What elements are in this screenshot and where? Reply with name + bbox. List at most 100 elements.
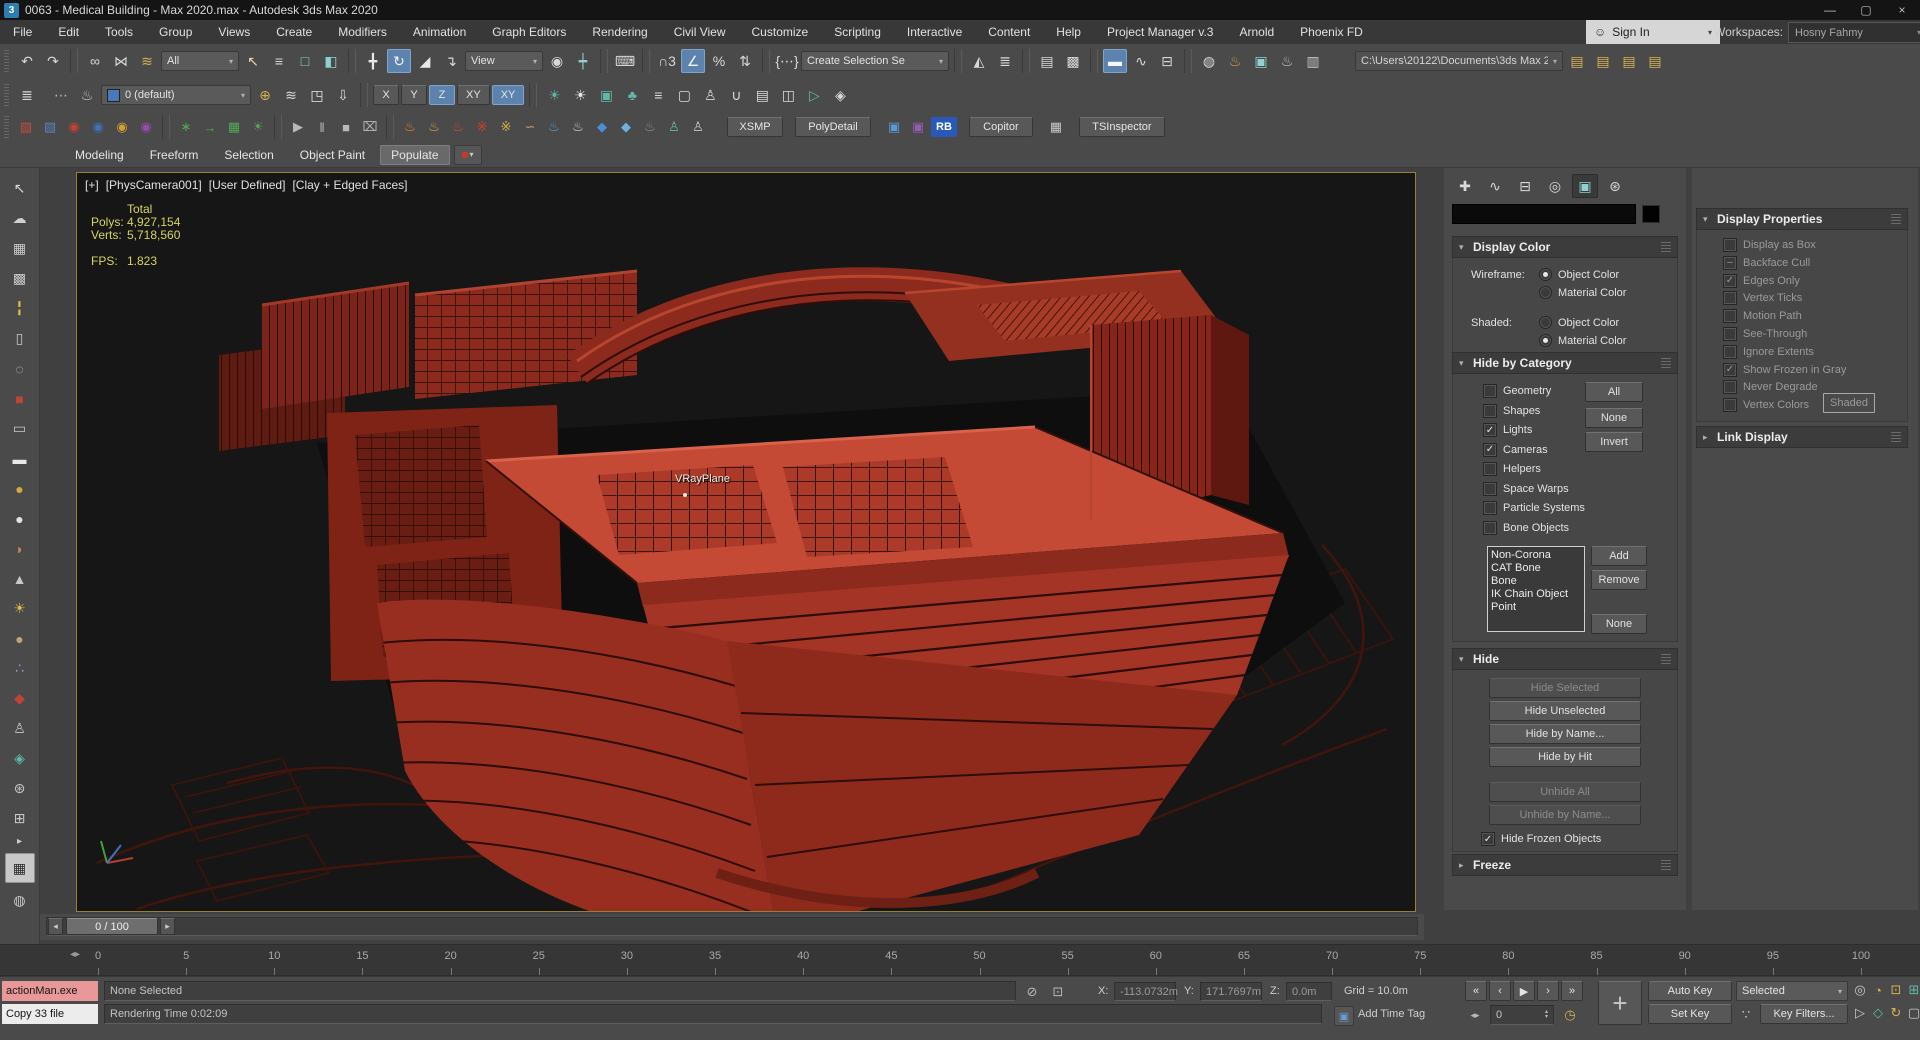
folder-link-icon[interactable]: ▤ — [1643, 49, 1667, 73]
select-scale-icon[interactable]: ◢ — [413, 49, 437, 73]
prawn-icon[interactable]: ∽ — [519, 116, 541, 138]
menu-modifiers[interactable]: Modifiers — [325, 20, 400, 44]
pan-icon[interactable]: ◇ — [1870, 1005, 1886, 1021]
rectangular-selection-icon[interactable]: □ — [293, 49, 317, 73]
flame-red-icon[interactable]: ♨ — [447, 116, 469, 138]
lights-icon[interactable]: ☀ — [542, 83, 566, 107]
select-object-icon[interactable]: ↖ — [241, 49, 265, 73]
viewport[interactable]: [+] [PhysCamera001] [User Defined] [Clay… — [76, 172, 1416, 937]
cone-icon[interactable]: ▲ — [7, 566, 33, 591]
menu-edit[interactable]: Edit — [45, 20, 92, 44]
reference-coordinate-dropdown[interactable]: View ▾ — [465, 51, 543, 71]
grey-sphere-icon[interactable]: ◍ — [7, 888, 33, 913]
track-bar[interactable]: ◂▸ 0 5 10 15 20 25 30 35 40 45 50 55 60 65 70 75 80 85 90 9… — [0, 944, 1920, 976]
bind-spacewarp-icon[interactable]: ≋ — [135, 49, 159, 73]
select-place-icon[interactable]: ↴ — [439, 49, 463, 73]
next-frame-button[interactable]: ▸ — [160, 918, 175, 935]
current-frame-field[interactable]: 0 ▴ ▾ — [1490, 1005, 1554, 1025]
menu-group[interactable]: Group — [146, 20, 205, 44]
checkbox[interactable] — [1483, 501, 1497, 515]
axis-z-button[interactable]: Z — [429, 85, 455, 105]
stop-sim-icon[interactable]: ■ — [335, 116, 357, 138]
particles-icon[interactable]: ∴ — [7, 656, 33, 681]
angle-snap-icon[interactable]: ∠ — [681, 49, 705, 73]
split-view-icon[interactable]: ◫ — [776, 83, 800, 107]
zoom-extents-icon[interactable]: ⊡ — [1888, 982, 1904, 998]
render-setup-icon[interactable]: ♨ — [1223, 49, 1247, 73]
hide-unselected-button[interactable]: Hide Unselected — [1489, 701, 1641, 721]
column-icon[interactable]: ▯ — [7, 326, 33, 351]
splash-yellow-icon[interactable]: ※ — [495, 116, 517, 138]
delete-sim-icon[interactable]: ⌧ — [359, 116, 381, 138]
time-slider-handle[interactable]: 0 / 100 — [66, 918, 158, 935]
hide-by-name--button[interactable]: Hide by Name... — [1489, 724, 1641, 744]
menu-rendering[interactable]: Rendering — [579, 20, 660, 44]
layer-teapot-icon[interactable]: ♨ — [75, 83, 99, 107]
use-pivot-center-icon[interactable]: ◉ — [545, 49, 569, 73]
checkbox[interactable]: ✓ — [1483, 423, 1497, 437]
sun-icon[interactable]: ☀ — [7, 596, 33, 621]
z-coord-field[interactable]: 0.0m — [1286, 982, 1332, 1001]
hide-rollout[interactable]: ▾ Hide — [1452, 648, 1678, 670]
red-gem-icon[interactable]: ◆ — [7, 686, 33, 711]
set-current-layer-icon[interactable]: ⇩ — [331, 83, 355, 107]
candle-icon[interactable]: ╏ — [7, 296, 33, 321]
frame-spinner[interactable]: ▴ ▾ — [1545, 1009, 1548, 1020]
radio-button[interactable] — [1539, 334, 1552, 347]
layer-stack-icon[interactable]: ≋ — [279, 83, 303, 107]
undo-icon[interactable]: ↶ — [15, 49, 39, 73]
droplet-light-icon[interactable]: ◆ — [615, 116, 637, 138]
xsmp-button[interactable]: XSMP — [727, 117, 783, 137]
object-name-field[interactable] — [1452, 204, 1636, 224]
active-layer-dropdown[interactable]: 0 (default) ▾ — [101, 85, 251, 105]
material-editor-icon[interactable]: ◍ — [1197, 49, 1221, 73]
water-preset-icon[interactable]: ◉ — [87, 116, 109, 138]
menu-help[interactable]: Help — [1043, 20, 1094, 44]
spinner-snap-icon[interactable]: ⇅ — [733, 49, 757, 73]
none-button[interactable]: None — [1585, 408, 1643, 428]
render-iterative-icon[interactable]: ▥ — [1301, 49, 1325, 73]
light-white-icon[interactable]: ☀ — [568, 83, 592, 107]
white-sphere-icon[interactable]: ● — [7, 506, 33, 531]
plane-icon[interactable]: ▭ — [7, 416, 33, 441]
zoom-icon[interactable]: ◎ — [1852, 982, 1868, 998]
radio-button[interactable] — [1539, 316, 1552, 329]
play-animation-icon[interactable]: ▶ — [1513, 981, 1535, 1001]
window-crossing-icon[interactable]: ◧ — [319, 49, 343, 73]
teapot-grey-icon[interactable]: ♨ — [639, 116, 661, 138]
foam-preset-icon[interactable]: ◉ — [111, 116, 133, 138]
align-icon[interactable]: ≣ — [993, 49, 1017, 73]
crowd-teal-icon[interactable]: ♙ — [663, 116, 685, 138]
radio-button[interactable] — [1539, 286, 1552, 299]
list-item[interactable]: Point — [1491, 601, 1581, 614]
fire-preset-icon[interactable]: ◉ — [63, 116, 85, 138]
select-link-icon[interactable]: ∞ — [83, 49, 107, 73]
shaded-button[interactable]: Shaded — [1823, 393, 1875, 413]
remove-list-button[interactable]: Remove — [1591, 570, 1647, 590]
edit-named-selections-icon[interactable]: {⋯} — [775, 49, 799, 73]
key-mode-dropdown[interactable]: Selected ▾ — [1736, 981, 1848, 1001]
frame-step-icons[interactable]: ◂▸ — [1465, 1006, 1485, 1024]
yellow-sphere-icon[interactable]: ● — [7, 476, 33, 501]
tab-selection[interactable]: Selection — [213, 145, 284, 165]
notes-icon[interactable]: ▤ — [750, 83, 774, 107]
zoom-all-icon[interactable]: ◔ — [1870, 982, 1886, 998]
modify-tab-icon[interactable]: ∿ — [1482, 174, 1508, 198]
select-cursor-icon[interactable]: ↖ — [7, 176, 33, 201]
go-to-start-icon[interactable]: « — [1465, 981, 1487, 1001]
polydetail-button[interactable]: PolyDetail — [795, 117, 871, 137]
hide-by-hit-button[interactable]: Hide by Hit — [1489, 747, 1641, 767]
freeze-rollout[interactable]: ▸ Freeze — [1452, 854, 1678, 876]
object-color-swatch[interactable] — [1642, 205, 1660, 223]
biped-icon[interactable]: ♙ — [7, 716, 33, 741]
list-item[interactable]: Bone — [1491, 575, 1581, 588]
pause-sim-icon[interactable]: ‖ — [311, 116, 333, 138]
preview-icon[interactable]: ▷ — [802, 83, 826, 107]
list-item[interactable]: IK Chain Object — [1491, 588, 1581, 601]
link-display-rollout[interactable]: ▸ Link Display — [1696, 426, 1908, 448]
selection-lock-icon[interactable]: ⊘ — [1022, 983, 1042, 1001]
foliage-icon[interactable]: ♣ — [620, 83, 644, 107]
checker-tool-icon[interactable]: ▦ — [1045, 116, 1067, 138]
droplet-icon[interactable]: ◆ — [591, 116, 613, 138]
none-list-button[interactable]: None — [1591, 614, 1647, 634]
